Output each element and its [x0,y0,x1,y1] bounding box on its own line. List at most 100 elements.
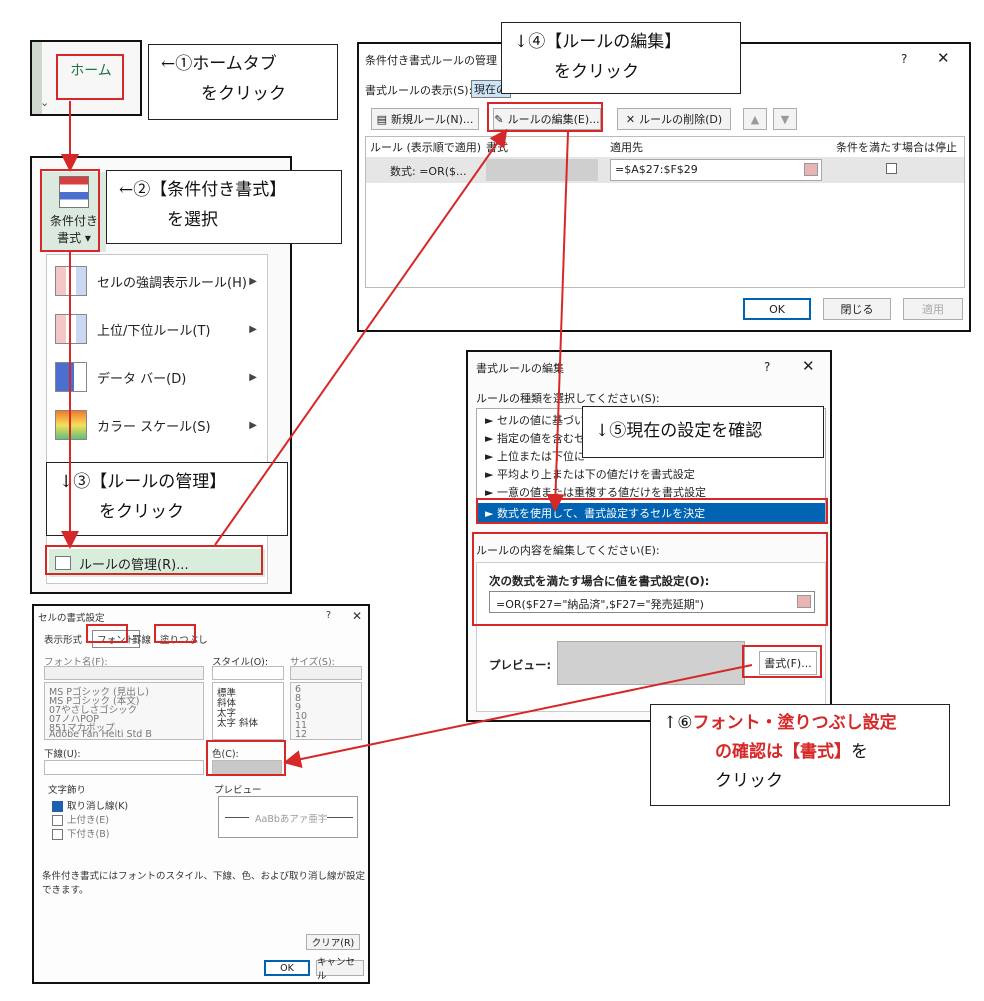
apply-button[interactable]: 適用 [903,298,963,320]
submenu-arrow-icon: ▶ [249,323,257,335]
list-item[interactable]: Adobe Fan Heiti Std B [49,729,152,740]
highlight-rules-icon [55,266,87,296]
list-item[interactable]: ► 指定の値を含むセ [485,429,585,446]
cancel-button[interactable]: キャンセル [316,957,364,982]
underline-label: 下線(U): [44,749,81,760]
checkbox-label: 上付き(E) [67,815,109,826]
conditional-format-note: 条件付き書式にはフォントのスタイル、下線、色、および取り消し線が設定できます。 [42,871,366,896]
callout-step-2: ←②【条件付き書式】 を選択 [106,170,342,244]
checkbox-label: 下付き(B) [67,829,110,840]
menu-item-label: データ バー(D) [97,371,187,387]
new-rule-icon: ▤ [376,112,388,126]
delete-rule-label: ルールの削除(D) [639,113,723,126]
style-list[interactable]: 標準 斜体 太字 太字 斜体 [212,682,284,740]
submenu-arrow-icon: ▶ [249,275,257,287]
tab-border[interactable]: 罫線 [132,632,151,646]
close-icon[interactable]: ✕ [937,49,950,67]
help-icon[interactable]: ? [901,52,907,66]
menu-item-color-scale[interactable]: カラー スケール(S) ▶ [47,401,267,449]
format-button-highlight [742,645,822,678]
show-rules-label: 書式ルールの表示(S): [365,84,473,97]
color-scale-icon [55,410,87,440]
callout-step-6-line-1: ↑⑥フォント・塗りつぶし設定 [663,709,937,738]
callout-step-6-line-2: の確認は【書式】を [663,738,937,767]
checkbox-icon [52,815,63,826]
preview-line-right [327,817,353,818]
font-tab-highlight [86,624,128,643]
menu-item-highlight-rules[interactable]: セルの強調表示ルール(H) ▶ [47,257,267,305]
stop-if-true-checkbox[interactable] [886,163,897,174]
callout-step-3: ↓③【ルールの管理】 をクリック [46,462,288,536]
help-icon[interactable]: ? [764,360,770,374]
rule-cell: 数式: =OR($... [390,165,467,178]
applies-to-field[interactable]: =$A$27:$F$29 [610,159,822,181]
list-item[interactable]: 太字 斜体 [217,715,258,729]
formula-rule-type-highlight [476,498,828,524]
table-row[interactable]: 数式: =OR($... =$A$27:$F$29 [366,157,964,183]
callout-step-6-red-1: フォント・塗りつぶし設定 [692,713,897,733]
strikethrough-checkbox[interactable]: 取り消し線(K) [52,798,128,812]
style-input[interactable] [212,666,284,680]
menu-item-top-bottom[interactable]: 上位/下位ルール(T) ▶ [47,305,267,353]
size-list[interactable]: 6 8 9 10 11 12 [290,682,362,740]
new-rule-label: 新規ルール(N)... [391,113,474,126]
checkbox-checked-icon [52,801,63,812]
tab-number[interactable]: 表示形式 [44,632,82,646]
help-icon[interactable]: ? [326,610,331,621]
list-item[interactable]: ► 上位または下位に [485,447,585,464]
preview-line-left [225,817,249,818]
move-up-button[interactable]: ▲ [743,108,767,130]
font-name-input[interactable] [44,666,204,680]
new-rule-button[interactable]: ▤ 新規ルール(N)... [371,108,479,130]
format-preview-cell [486,159,598,181]
underline-select[interactable] [44,760,204,775]
checkbox-icon [52,829,63,840]
font-name-list[interactable]: MS Pゴシック (見出し) MS Pゴシック (本文) 07やさしさゴシック … [44,682,204,740]
callout-step-1-line-2: をクリック [201,84,286,104]
callout-step-6-suffix: を [851,742,868,762]
menu-item-label: カラー スケール(S) [97,419,211,435]
close-icon[interactable]: ✕ [802,357,815,375]
fill-tab-highlight [154,624,196,643]
close-icon[interactable]: ✕ [352,609,362,623]
callout-step-6: ↑⑥フォント・塗りつぶし設定 の確認は【書式】を クリック [650,704,950,806]
close-button[interactable]: 閉じる [823,298,891,320]
callout-step-6-prefix: ↑⑥ [663,713,693,733]
callout-step-4: ↓④【ルールの編集】 をクリック [501,22,741,94]
callout-step-1-line-1: ←①ホームタブ [161,54,277,74]
col-header-format: 書式 [486,141,508,154]
list-item[interactable]: ► セルの値に基づいて [485,411,596,428]
callout-step-4-line-1: ↓④【ルールの編集】 [514,32,682,52]
ok-button[interactable]: OK [743,298,811,320]
callout-step-3-line-2: をクリック [99,502,184,522]
top-bottom-icon [55,314,87,344]
rule-content-highlight [472,532,828,626]
preview-label: プレビュー [214,785,262,796]
format-cells-dialog: セルの書式設定 ? ✕ 表示形式 フォント 罫線 塗りつぶし フォント名(F):… [32,604,370,984]
subscript-checkbox[interactable]: 下付き(B) [52,826,109,840]
superscript-checkbox[interactable]: 上付き(E) [52,812,109,826]
preview-box: AaBbあアァ亜宇 [218,796,358,838]
manage-rules-highlight [45,545,263,575]
dialog-title: セルの書式設定 [38,613,105,624]
ok-button[interactable]: OK [264,960,310,976]
list-item[interactable]: 12 [295,729,307,740]
submenu-arrow-icon: ▶ [249,419,257,431]
menu-item-data-bar[interactable]: データ バー(D) ▶ [47,353,267,401]
home-tab-highlight [56,54,124,100]
edit-rule-highlight [487,102,603,132]
clear-button[interactable]: クリア(R) [306,934,360,950]
delete-rule-button[interactable]: ✕ ルールの削除(D) [617,108,731,130]
callout-step-4-line-2: をクリック [554,62,639,82]
menu-item-label: 上位/下位ルール(T) [97,323,211,339]
format-preview [557,641,745,685]
list-item[interactable]: ► 平均より上または下の値だけを書式設定 [485,465,695,482]
effects-label: 文字飾り [48,785,87,796]
range-picker-icon[interactable] [804,163,818,176]
color-select-highlight [206,740,286,776]
size-input[interactable] [290,666,362,680]
callout-step-5: ↓⑤現在の設定を確認 [582,406,824,458]
submenu-arrow-icon: ▶ [249,371,257,383]
move-down-button[interactable]: ▼ [773,108,797,130]
col-header-stop: 条件を満たす場合は停止 [836,141,957,154]
